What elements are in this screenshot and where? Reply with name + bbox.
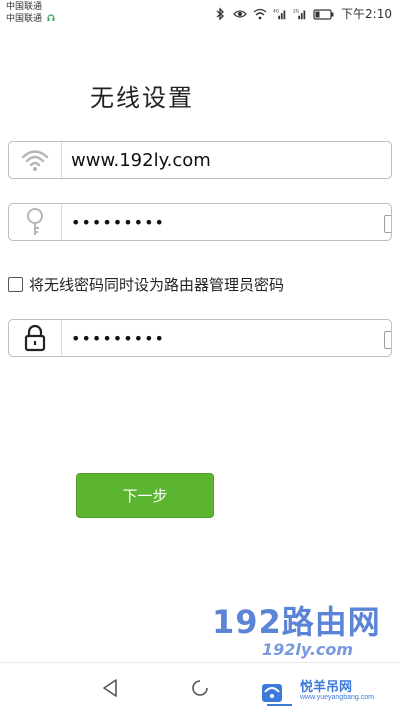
wifi-icon: [21, 150, 49, 171]
signal-2g-tag: 2G: [293, 8, 300, 14]
next-button[interactable]: 下一步: [76, 473, 214, 518]
battery-icon: [313, 8, 334, 20]
eye-icon: [233, 9, 247, 18]
same-password-label: 将无线密码同时设为路由器管理员密码: [29, 276, 285, 294]
status-icons: 4G 2G 下午2:10: [213, 5, 392, 22]
wifi-status-icon: [253, 8, 267, 19]
hd-voice-icon: [47, 14, 55, 21]
signal-4g-icon: 4G: [273, 8, 286, 19]
same-password-option[interactable]: 将无线密码同时设为路由器管理员密码: [8, 274, 284, 295]
clock: 下午2:10: [341, 7, 392, 21]
back-icon[interactable]: [100, 677, 122, 699]
wifi-password-value: •••••••••: [71, 212, 165, 232]
admin-password-field[interactable]: •••••••••: [8, 319, 392, 357]
ssid-field[interactable]: www.192ly.com: [8, 141, 392, 179]
watermark-title: 192路由网: [212, 603, 381, 641]
signal-4g-tag: 4G: [273, 8, 280, 14]
bluetooth-icon: [216, 6, 225, 21]
page-title: 无线设置: [90, 84, 194, 112]
show-password-toggle[interactable]: [384, 215, 391, 233]
wifi-password-field[interactable]: •••••••••: [8, 203, 392, 241]
lock-icon: [24, 324, 46, 352]
carrier-label-2: 中国联通: [6, 14, 43, 24]
carrier-label-1: 中国联通: [6, 2, 43, 12]
watermark-url: 192ly.com: [262, 640, 354, 659]
home-icon[interactable]: [189, 677, 211, 699]
logo-url: www.yueyangbang.com: [300, 694, 374, 701]
admin-password-value: •••••••••: [71, 328, 165, 348]
same-password-checkbox[interactable]: [8, 277, 23, 292]
signal-2g-icon: 2G: [293, 8, 306, 19]
status-bar: 中国联通 中国联通 4G 2G 下午2:10: [0, 0, 400, 26]
show-admin-password-toggle[interactable]: [384, 331, 391, 349]
ssid-value: www.192ly.com: [71, 149, 211, 171]
key-icon: [27, 208, 43, 235]
logo-text: 悦羊吊网: [300, 680, 353, 695]
